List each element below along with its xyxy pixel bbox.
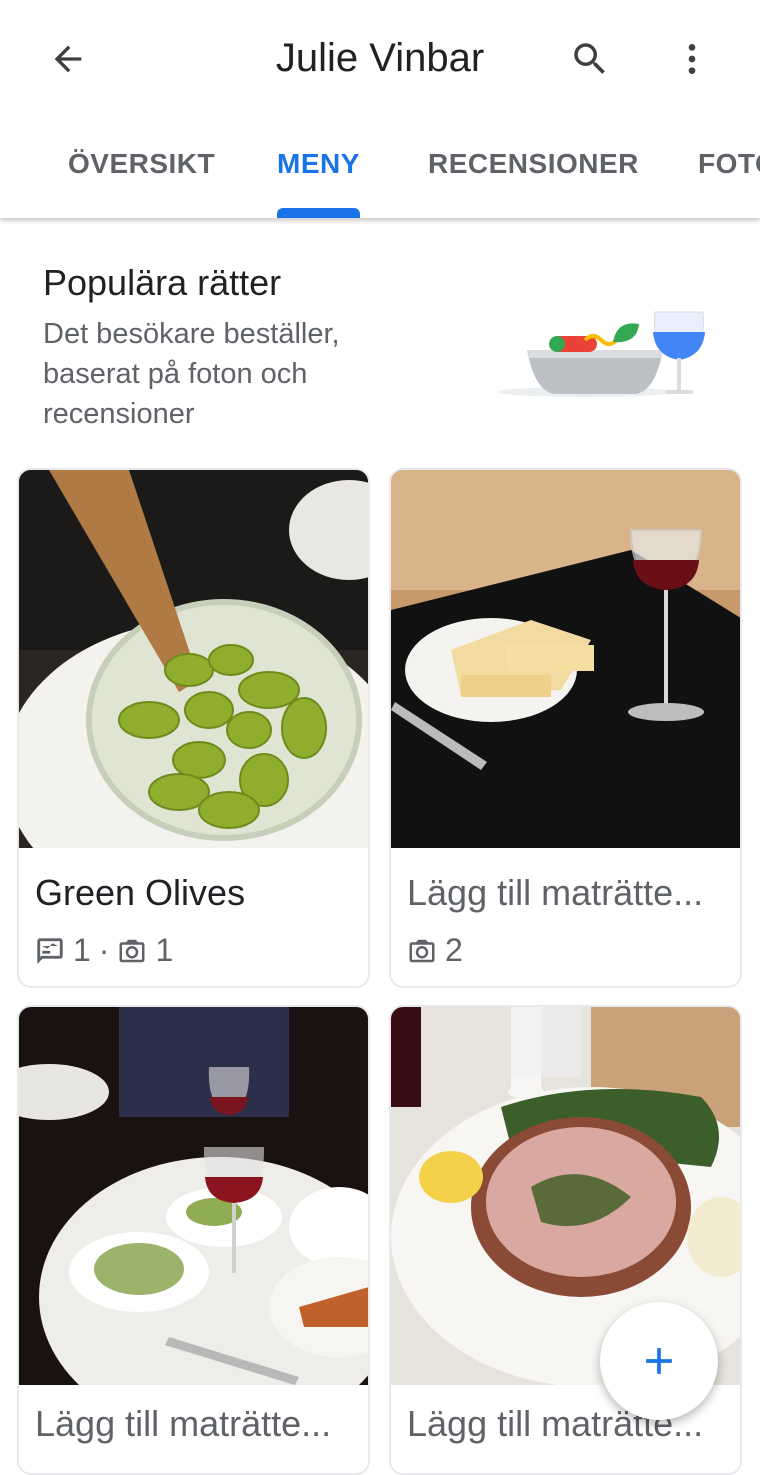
- dish-photo[interactable]: [19, 470, 368, 848]
- dish-card[interactable]: Lägg till maträtte... 2: [389, 468, 742, 988]
- page-title: Julie Vinbar: [275, 36, 485, 80]
- photo-count: 2: [445, 932, 463, 968]
- dish-meta: 2: [407, 932, 463, 969]
- tab-oversikt[interactable]: ÖVERSIKT: [68, 148, 215, 180]
- review-icon: [37, 937, 63, 964]
- add-dish-name[interactable]: Lägg till maträtte...: [35, 1403, 331, 1445]
- section-title: Populära rätter: [43, 262, 282, 303]
- tab-bar: ÖVERSIKT MENY RECENSIONER FOTON: [0, 114, 760, 218]
- food-illustration-icon: [495, 306, 710, 411]
- dish-photo[interactable]: [19, 1007, 368, 1385]
- dish-card[interactable]: Lägg till maträtte...: [17, 1005, 370, 1475]
- tab-recensioner[interactable]: RECENSIONER: [428, 148, 639, 180]
- more-vert-icon[interactable]: [664, 31, 720, 87]
- tab-foton[interactable]: FOTON: [698, 148, 760, 180]
- app-bar: Julie Vinbar: [0, 0, 760, 115]
- add-dish-name[interactable]: Lägg till maträtte...: [407, 872, 703, 914]
- section-subtitle: Det besökare beställer, baserat på foton…: [43, 318, 340, 430]
- dish-name: Green Olives: [35, 872, 246, 913]
- review-count: 1: [73, 932, 91, 968]
- add-button[interactable]: [600, 1302, 718, 1420]
- camera-icon: [409, 939, 435, 962]
- camera-icon: [119, 939, 145, 962]
- dish-meta: 1 · 1: [35, 932, 173, 969]
- dish-photo[interactable]: [391, 470, 740, 848]
- tab-meny[interactable]: MENY: [277, 148, 360, 180]
- photo-count: 1: [155, 932, 174, 968]
- dish-card[interactable]: Green Olives 1 · 1: [17, 468, 370, 988]
- active-tab-indicator: [277, 208, 360, 218]
- meta-separator: ·: [98, 932, 110, 968]
- search-icon[interactable]: [562, 31, 618, 87]
- plus-icon: [646, 1348, 672, 1374]
